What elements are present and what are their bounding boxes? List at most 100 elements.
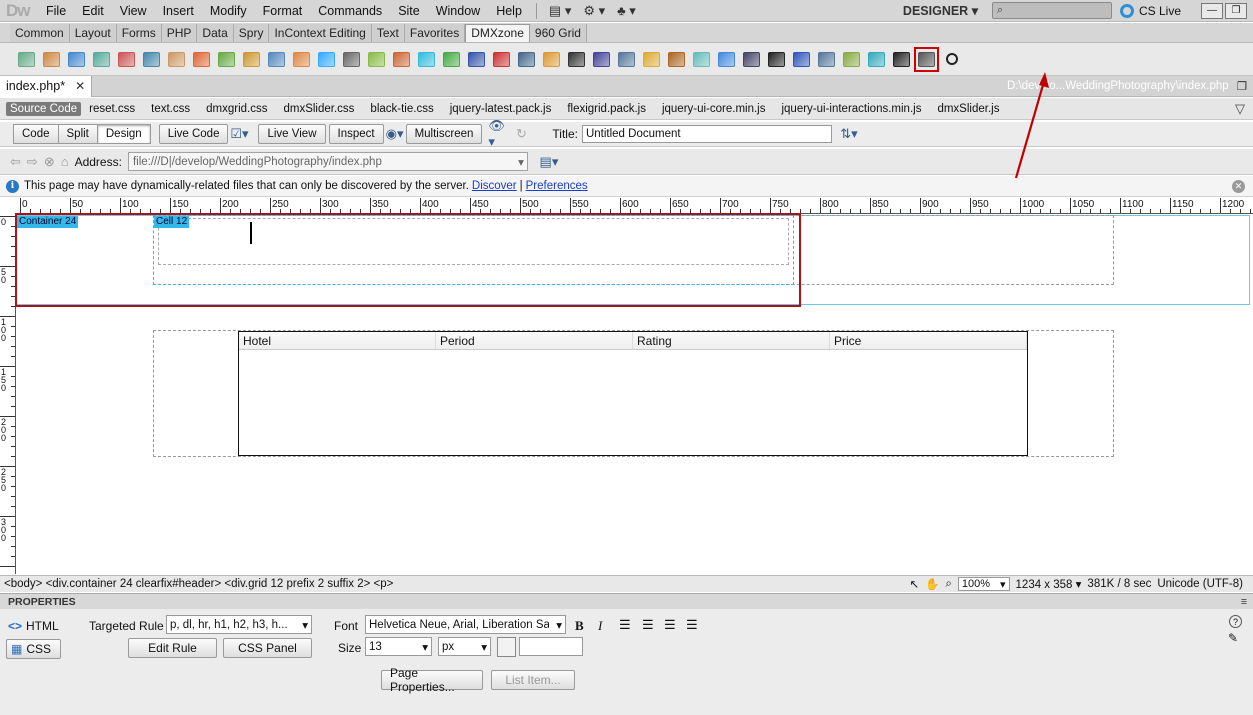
dmx-html5-icon[interactable] [189,47,214,72]
minimize-button[interactable]: — [1201,2,1223,19]
address-input[interactable]: file:///D|/develop/WeddingPhotography/in… [127,152,528,171]
menu-modify[interactable]: Modify [202,4,255,18]
dmx-calendar-icon[interactable] [289,47,314,72]
related-file-source-code[interactable]: Source Code [6,101,82,116]
search-icon[interactable] [939,47,964,72]
tab-incontext-editing[interactable]: InContext Editing [269,23,372,42]
hand-tool-icon[interactable]: ✋ [925,577,939,591]
close-tab-icon[interactable]: ✕ [75,79,85,93]
dmx-rss-icon[interactable] [614,47,639,72]
window-size[interactable]: 1234 x 358 ▾ [1016,577,1082,591]
design-view-button[interactable]: Design [96,124,151,144]
related-file[interactable]: text.css [151,103,190,115]
tab-spry[interactable]: Spry [233,23,270,42]
dmx-media-icon[interactable] [464,47,489,72]
menu-help[interactable]: Help [488,4,530,18]
dmx-gear-icon[interactable] [14,47,39,72]
list-item-button[interactable]: List Item... [491,670,575,690]
cell-tag[interactable]: Cell 12 [154,216,190,228]
dmx-video-pro-icon[interactable] [564,47,589,72]
split-view-button[interactable]: Split [57,124,98,144]
dmx-upload-icon[interactable] [714,47,739,72]
tab-forms[interactable]: Forms [116,23,162,42]
refresh-icon[interactable]: ↻ [510,125,532,143]
menu-window[interactable]: Window [428,4,488,18]
dmx-news-icon[interactable] [739,47,764,72]
document-tab[interactable]: index.php* ✕ [0,75,93,97]
quick-tag-editor-icon[interactable]: ✎ [1228,631,1238,645]
bold-icon[interactable]: B [575,618,584,634]
dmx-note-icon[interactable] [164,47,189,72]
tab-layout[interactable]: Layout [69,23,117,42]
dmx-refresh-icon[interactable] [439,47,464,72]
column-header-hotel[interactable]: Hotel [239,332,436,349]
zoom-select[interactable]: 100% ▾ [957,577,1010,591]
column-header-period[interactable]: Period [436,332,633,349]
tab-favorites[interactable]: Favorites [404,23,466,42]
back-icon[interactable]: ⇦ [10,154,21,170]
html-mode-button[interactable]: <> HTML [8,617,59,635]
restore-button[interactable]: ❐ [1225,2,1247,19]
close-icon[interactable]: ✕ [1232,179,1245,193]
stop-icon[interactable]: ⊗ [44,154,55,170]
gear-icon[interactable]: ⚙ ▾ [577,3,611,19]
dmx-info-icon[interactable] [864,47,889,72]
dmx-table-icon[interactable] [689,47,714,72]
align-center-icon[interactable]: ☰ [642,617,654,633]
tab-data[interactable]: Data [197,23,234,42]
container-tag[interactable]: Container 24 [17,216,79,228]
tab-php[interactable]: PHP [161,23,198,42]
browser-preview-icon[interactable]: ◉▾ [384,125,406,143]
dmx-photo-icon[interactable] [264,47,289,72]
column-header-rating[interactable]: Rating [633,332,830,349]
menu-file[interactable]: File [38,4,74,18]
related-file[interactable]: flexigrid.pack.js [567,103,646,115]
color-hex-input[interactable] [519,637,583,656]
css-panel-button[interactable]: CSS Panel [223,638,312,658]
dmx-clapper-icon[interactable] [764,47,789,72]
dmx-datagrid-icon[interactable] [914,46,939,72]
page-properties-button[interactable]: Page Properties... [381,666,483,694]
dmx-audio-icon[interactable] [339,47,364,72]
size-select[interactable]: 13 ▾ [365,637,432,656]
dmx-cube-icon[interactable] [414,47,439,72]
menu-insert[interactable]: Insert [155,4,202,18]
related-file[interactable]: dmxSlider.js [937,103,999,115]
tab-dmxzone[interactable]: DMXzone [465,23,530,42]
cs-live-button[interactable]: CS Live [1119,3,1181,18]
css-mode-button[interactable]: ▦ CSS [6,639,61,659]
dmx-rotator-icon[interactable] [64,47,89,72]
related-file[interactable]: jquery-latest.pack.js [450,103,552,115]
column-header-price[interactable]: Price [830,332,1027,349]
related-file[interactable]: reset.css [89,103,135,115]
hotel-grid-table[interactable]: Hotel Period Rating Price [238,331,1028,456]
align-left-icon[interactable]: ☰ [619,617,631,633]
tab-960-grid[interactable]: 960 Grid [529,23,587,42]
dmx-chart-icon[interactable] [364,47,389,72]
dmx-grid-icon[interactable] [139,47,164,72]
zoom-tool-icon[interactable]: ⌕ [945,578,951,591]
related-file[interactable]: black-tie.css [370,103,433,115]
targeted-rule-select[interactable]: p, dl, hr, h1, h2, h3, h... ▾ [166,615,312,634]
related-file[interactable]: jquery-ui-core.min.js [662,103,766,115]
dmx-picture-icon[interactable] [539,47,564,72]
tab-text[interactable]: Text [371,23,405,42]
dmx-form-icon[interactable] [589,47,614,72]
menu-commands[interactable]: Commands [310,4,390,18]
dmx-filmstrip-icon[interactable] [664,47,689,72]
font-select[interactable]: Helvetica Neue, Arial, Liberation Sans ▾ [365,615,566,634]
dmx-facebook-icon[interactable] [789,47,814,72]
home-icon[interactable]: ⌂ [61,154,69,169]
tab-common[interactable]: Common [10,23,70,42]
forward-icon[interactable]: ⇨ [27,154,38,170]
properties-header[interactable]: PROPERTIES ≡ [0,593,1253,609]
visual-aids-icon[interactable]: 👁▾ [488,118,510,149]
browser-navigation-options-icon[interactable]: ▤▾ [538,153,560,171]
dmx-swirl-icon[interactable] [214,47,239,72]
dmx-code-icon[interactable] [889,47,914,72]
pointer-tool-icon[interactable]: ↖ [909,577,919,591]
menu-site[interactable]: Site [390,4,428,18]
unit-select[interactable]: px ▾ [438,637,491,656]
help-icon[interactable]: ? [1229,615,1242,628]
help-search-input[interactable]: ⌕ [991,2,1112,19]
